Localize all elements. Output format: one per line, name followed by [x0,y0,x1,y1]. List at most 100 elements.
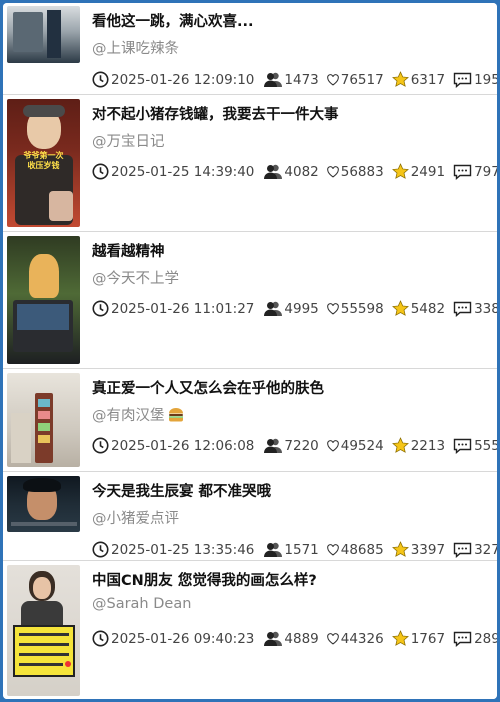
views-count: 4995 [284,300,319,317]
post-stats: 2025-01-26 12:06:08 7220 49524 2213 555 [92,437,497,454]
likes-stat[interactable]: 56883 [326,163,384,180]
views-stat: 7220 [264,437,319,454]
favorites-count: 3397 [410,541,446,558]
heart-icon [326,439,339,451]
thumbnail[interactable] [7,565,80,696]
favorites-stat[interactable]: 2213 [391,437,446,454]
likes-stat[interactable]: 44326 [326,630,384,647]
date-stat: 2025-01-26 12:09:10 [92,71,254,88]
thumbnail[interactable]: 爷爷第一次 收压岁钱 [7,99,80,227]
favorites-stat[interactable]: 2491 [391,163,446,180]
post-title[interactable]: 看他这一跳，满心欢喜... [92,10,489,31]
post-stats: 2025-01-26 11:01:27 4995 55598 5482 3384 [92,300,497,317]
likes-stat[interactable]: 55598 [326,300,384,317]
people-icon [264,542,283,557]
post-date: 2025-01-26 12:09:10 [111,71,255,88]
favorites-count: 2213 [410,437,446,454]
list-item[interactable]: 看他这一跳，满心欢喜... @上课吃辣条 2025-01-26 12:09:10… [3,3,497,95]
heart-icon [326,632,339,644]
likes-count: 55598 [340,300,384,317]
post-date: 2025-01-25 14:39:40 [111,163,255,180]
favorites-stat[interactable]: 1767 [391,630,446,647]
post-title[interactable]: 对不起小猪存钱罐，我要去干一件大事 [92,103,489,124]
comments-stat[interactable]: 797 [453,164,497,180]
thumb-caption: 收压岁钱 [27,161,60,170]
post-date: 2025-01-26 11:01:27 [111,300,255,317]
star-icon [391,300,409,316]
favorites-stat[interactable]: 5482 [391,300,446,317]
thumbnail[interactable] [7,476,80,532]
post-title[interactable]: 中国CN朋友 您觉得我的画怎么样? [92,569,489,590]
comments-stat[interactable]: 327 [453,542,497,558]
chat-icon [453,301,472,317]
heart-icon [326,302,339,314]
comments-count: 3384 [474,300,497,317]
post-stats: 2025-01-25 13:35:46 1571 48685 3397 327 [92,541,497,558]
post-author[interactable]: @小猪爱点评 [92,507,179,528]
views-stat: 4082 [264,164,319,180]
views-stat: 1571 [264,542,319,558]
list-item[interactable]: 真正爱一个人又怎么会在乎他的肤色 @有肉汉堡 2025-01-26 12:06:… [3,370,497,472]
comments-count: 555 [474,437,497,454]
list-item[interactable]: 中国CN朋友 您觉得我的画怎么样? @Sarah Dean 2025-01-26… [3,562,497,699]
heart-icon [326,543,339,555]
favorites-count: 6317 [410,71,446,88]
post-author[interactable]: @上课吃辣条 [92,37,179,58]
heart-icon [326,73,339,85]
favorites-stat[interactable]: 3397 [391,541,446,558]
favorites-count: 1767 [410,630,446,647]
likes-stat[interactable]: 48685 [326,542,384,558]
chat-icon [453,164,472,180]
comments-stat[interactable]: 555 [453,438,497,454]
clock-icon [92,437,109,454]
post-date: 2025-01-26 12:06:08 [111,437,255,454]
views-stat: 4995 [264,300,319,317]
favorites-count: 5482 [410,300,446,317]
thumbnail[interactable] [7,373,80,467]
chat-icon [453,542,472,558]
star-icon [391,163,409,179]
clock-icon [92,541,109,558]
views-stat: 1473 [264,72,319,88]
people-icon [264,72,283,87]
post-date: 2025-01-25 13:35:46 [111,541,255,558]
comments-count: 797 [474,163,497,180]
likes-stat[interactable]: 49524 [326,437,384,454]
post-author[interactable]: @万宝日记 [92,130,165,151]
star-icon [391,71,409,87]
heart-icon [326,165,339,177]
clock-icon [92,300,109,317]
favorites-stat[interactable]: 6317 [391,71,446,88]
clock-icon [92,163,109,180]
star-icon [391,630,409,646]
thumbnail[interactable] [7,6,80,63]
post-title[interactable]: 越看越精神 [92,240,489,261]
date-stat: 2025-01-26 12:06:08 [92,437,254,454]
chat-icon [453,438,472,454]
post-author[interactable]: @Sarah Dean [92,596,191,612]
likes-stat[interactable]: 76517 [326,72,384,88]
likes-count: 44326 [340,630,384,647]
post-author[interactable]: @有肉汉堡 [92,404,184,425]
comments-stat[interactable]: 3384 [453,301,497,317]
clock-icon [92,71,109,88]
views-count: 7220 [284,437,319,454]
people-icon [264,631,283,646]
star-icon [391,541,409,557]
author-name[interactable]: @有肉汉堡 [92,404,165,425]
list-item[interactable]: 越看越精神 @今天不上学 2025-01-26 11:01:27 4995 55… [3,233,497,369]
date-stat: 2025-01-26 11:01:27 [92,300,254,317]
date-stat: 2025-01-25 14:39:40 [92,163,254,180]
post-title[interactable]: 今天是我生辰宴 都不准哭哦 [92,480,489,501]
comments-stat[interactable]: 1954 [453,72,497,88]
post-title[interactable]: 真正爱一个人又怎么会在乎他的肤色 [92,377,489,398]
likes-count: 49524 [340,437,384,454]
comments-stat[interactable]: 2899 [453,631,497,647]
list-item[interactable]: 今天是我生辰宴 都不准哭哦 @小猪爱点评 2025-01-25 13:35:46… [3,473,497,561]
list-item[interactable]: 爷爷第一次 收压岁钱 对不起小猪存钱罐，我要去干一件大事 @万宝日记 2025-… [3,96,497,232]
favorites-count: 2491 [410,163,446,180]
thumbnail[interactable] [7,236,80,364]
comments-count: 2899 [474,630,497,647]
post-author[interactable]: @今天不上学 [92,267,179,288]
likes-count: 56883 [340,163,384,180]
